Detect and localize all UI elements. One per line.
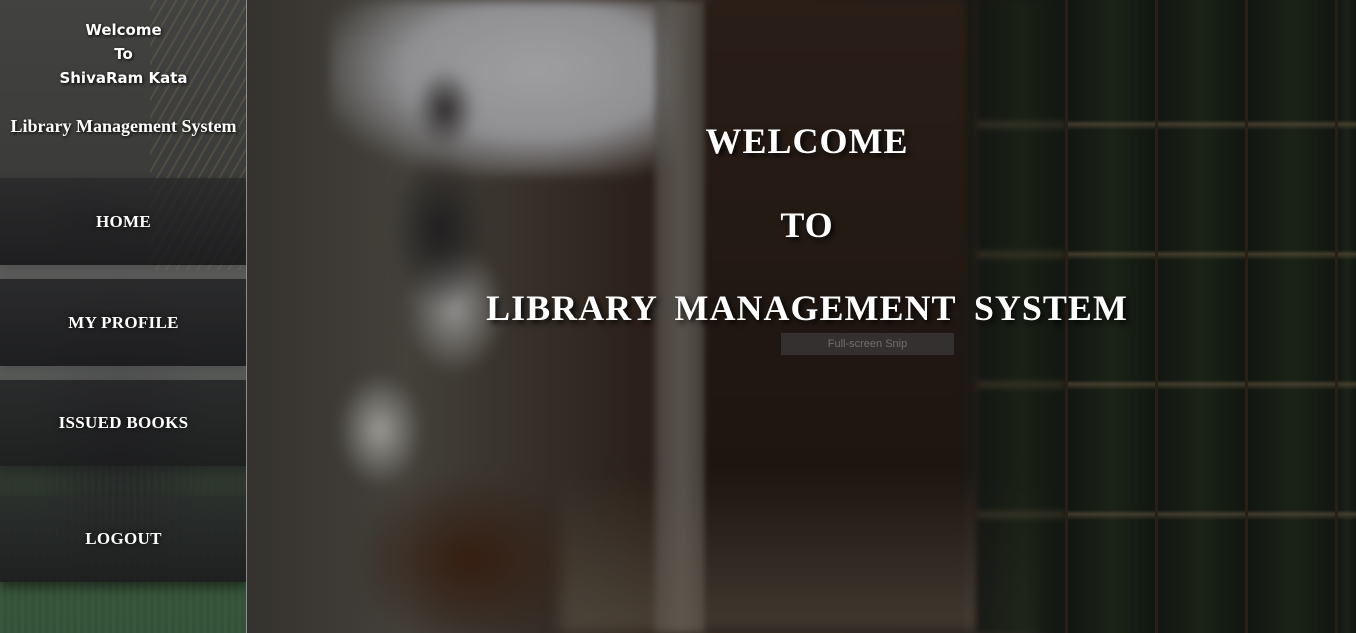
nav-issued-books-link[interactable]: ISSUED BOOKS [0,380,246,466]
nav-logout-label: LOGOUT [85,529,162,548]
hero-welcome-heading: WELCOME [705,121,909,161]
nav-home-link[interactable]: HOME [0,178,246,265]
nav-home-label: HOME [95,211,152,231]
nav-my-profile-link[interactable]: MY PROFILE [0,279,246,366]
nav-my-profile-label: MY PROFILE [68,312,179,332]
welcome-line: Welcome [85,21,162,39]
welcome-line: To [114,45,133,63]
nav-separator [0,265,246,279]
nav-logout-link[interactable]: LOGOUT [0,496,246,582]
sidebar: Welcome To ShivaRam Kata Library Managem… [0,0,247,633]
sidebar-brand: Welcome To ShivaRam Kata Library Managem… [0,0,246,178]
hero-system-heading: LIBRARY MANAGEMENT SYSTEM [486,288,1128,328]
nav-issued-books-label: ISSUED BOOKS [58,413,189,432]
welcome-message: Welcome To ShivaRam Kata [0,18,246,90]
full-screen-snip-tooltip: Full-screen Snip [781,333,954,355]
welcome-user-name: ShivaRam Kata [59,69,188,87]
system-name: Library Management System [10,116,237,136]
nav-separator [0,366,246,380]
nav-separator [0,466,246,496]
hero-section: WELCOME TO LIBRARY MANAGEMENT SYSTEM [247,0,1356,633]
hero-to-heading: TO [780,205,834,245]
